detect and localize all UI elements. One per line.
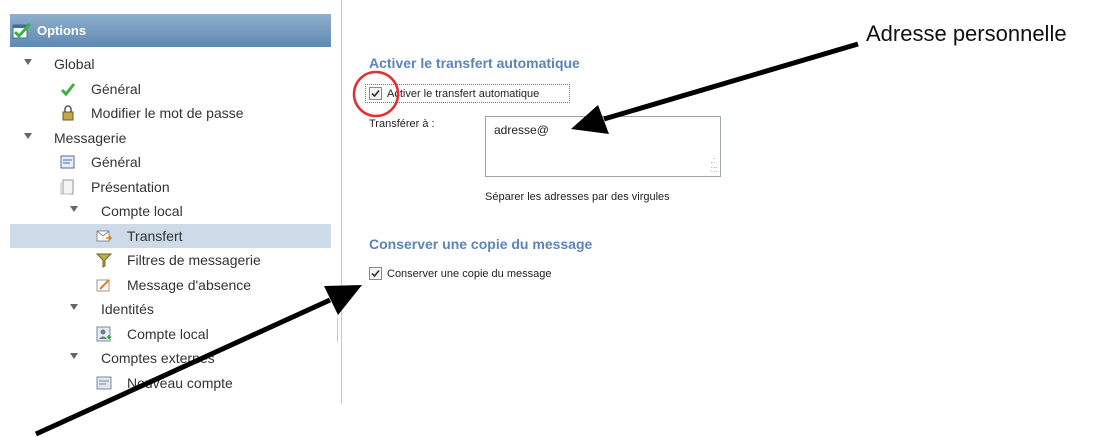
annotation-arrow-address-head xyxy=(571,105,609,134)
annotation-arrow-address xyxy=(603,41,859,122)
highlight-circle xyxy=(352,70,400,118)
annotation-overlay xyxy=(34,41,859,437)
annotation-arrow-keep-copy xyxy=(34,297,332,437)
annotation-label: Adresse personnelle xyxy=(866,21,1067,46)
